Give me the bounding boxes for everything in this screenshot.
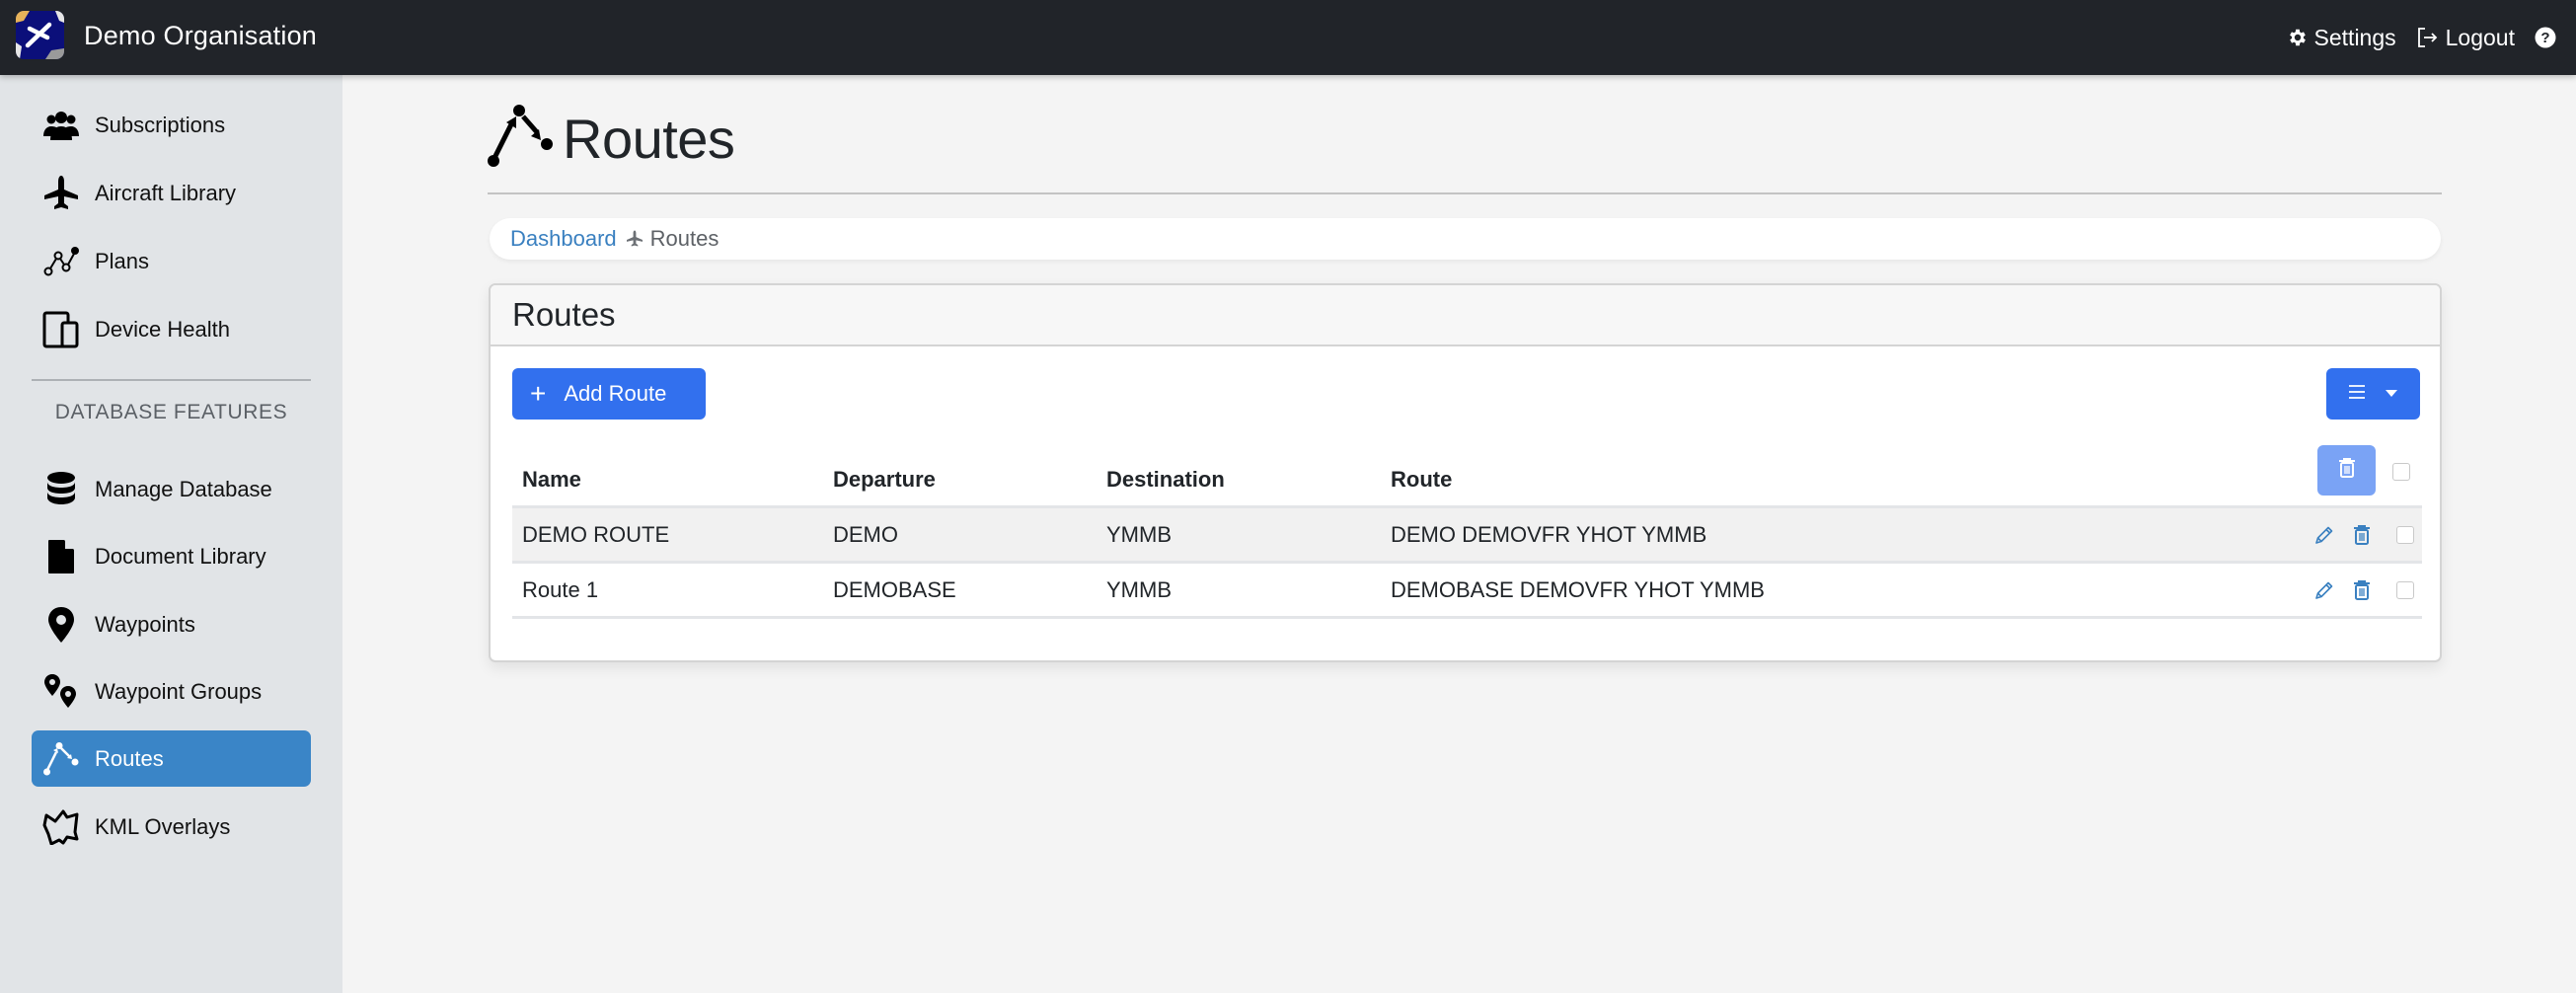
sidebar-item-label: Routes xyxy=(95,745,164,771)
svg-text:?: ? xyxy=(2540,30,2549,46)
sidebar-item-plans[interactable]: Plans xyxy=(32,233,311,289)
gear-icon xyxy=(2287,27,2309,48)
cell-route: DEMO DEMOVFR YHOT YMMB xyxy=(1391,521,1707,547)
sidebar-item-label: Device Health xyxy=(95,316,230,342)
title-divider xyxy=(488,192,2442,194)
sidebar-item-waypoint-groups[interactable]: Waypoint Groups xyxy=(32,663,311,720)
sidebar-item-routes[interactable]: Routes xyxy=(32,730,311,787)
row-select-checkbox[interactable] xyxy=(2396,580,2414,599)
routes-card: Routes + Add Route Name Departure Destin… xyxy=(489,283,2442,662)
sidebar-item-label: Plans xyxy=(95,248,150,273)
sidebar-item-device-health[interactable]: Device Health xyxy=(32,301,311,357)
route-icon xyxy=(488,104,553,173)
trash-icon xyxy=(2338,457,2356,484)
file-icon xyxy=(41,537,81,576)
column-toggle-dropdown[interactable] xyxy=(2326,368,2420,420)
top-navbar: Demo Organisation Settings Logout ? xyxy=(0,0,2576,75)
cell-route: DEMOBASE DEMOVFR YHOT YMMB xyxy=(1391,576,1765,602)
page-title: Routes xyxy=(563,107,735,170)
sidebar-section-heading: DATABASE FEATURES xyxy=(54,401,288,423)
breadcrumb-current: Routes xyxy=(649,226,720,251)
cell-departure: DEMOBASE xyxy=(833,576,956,602)
sidebar-item-manage-database[interactable]: Manage Database xyxy=(32,461,311,517)
header-departure[interactable]: Departure xyxy=(833,467,1106,493)
sidebar-item-label: KML Overlays xyxy=(95,813,231,839)
logout-link[interactable]: Logout xyxy=(2416,25,2515,51)
add-route-label: Add Route xyxy=(564,381,667,406)
table-row[interactable]: Route 1 DEMOBASE YMMB DEMOBASE DEMOVFR Y… xyxy=(512,564,2422,619)
card-title: Routes xyxy=(512,296,616,333)
kml-overlay-icon xyxy=(41,807,81,847)
plane-icon xyxy=(41,174,81,213)
select-all-checkbox[interactable] xyxy=(2392,463,2410,481)
map-marker-icon xyxy=(41,605,81,645)
list-icon xyxy=(2348,384,2366,405)
cell-name: Route 1 xyxy=(522,576,599,602)
row-actions xyxy=(2313,508,2422,561)
cell-name: DEMO ROUTE xyxy=(522,521,670,547)
trash-icon[interactable] xyxy=(2353,524,2371,546)
plans-icon xyxy=(41,242,81,281)
sidebar-item-document-library[interactable]: Document Library xyxy=(32,528,311,584)
devices-icon xyxy=(41,310,81,349)
breadcrumb-dashboard-link[interactable]: Dashboard xyxy=(510,226,617,252)
organisation-logo[interactable] xyxy=(16,11,64,59)
route-icon xyxy=(41,739,81,779)
routes-table: Name Departure Destination Route DEMO RO… xyxy=(512,453,2422,619)
card-header: Routes xyxy=(491,285,2440,346)
sidebar-item-label: Waypoints xyxy=(95,611,195,637)
settings-label: Settings xyxy=(2313,24,2396,50)
sidebar-item-label: Document Library xyxy=(95,543,266,569)
users-icon xyxy=(41,106,81,145)
table-header-row: Name Departure Destination Route xyxy=(512,453,2422,508)
bulk-delete-button[interactable] xyxy=(2317,445,2376,496)
logout-label: Logout xyxy=(2445,24,2515,50)
sidebar-item-subscriptions[interactable]: Subscriptions xyxy=(32,97,311,153)
trash-icon[interactable] xyxy=(2353,579,2371,601)
sidebar-item-aircraft-library[interactable]: Aircraft Library xyxy=(32,165,311,221)
sidebar-item-label: Aircraft Library xyxy=(95,180,237,205)
help-button[interactable]: ? xyxy=(2535,27,2556,48)
header-name[interactable]: Name xyxy=(512,467,833,493)
organisation-name[interactable]: Demo Organisation xyxy=(84,21,317,51)
sidebar-divider xyxy=(32,379,311,381)
map-markers-icon xyxy=(41,672,81,712)
sidebar: Subscriptions Aircraft Library Plans Dev… xyxy=(0,75,342,993)
cell-destination: YMMB xyxy=(1106,576,1172,602)
add-route-button[interactable]: + Add Route xyxy=(512,368,706,420)
cell-destination: YMMB xyxy=(1106,521,1172,547)
edit-icon[interactable] xyxy=(2313,524,2335,546)
settings-link[interactable]: Settings xyxy=(2287,25,2396,51)
page-header: Routes xyxy=(488,103,735,174)
row-actions xyxy=(2313,564,2422,616)
logout-icon xyxy=(2416,27,2440,48)
sidebar-item-kml-overlays[interactable]: KML Overlays xyxy=(32,799,311,855)
database-icon xyxy=(41,470,81,509)
table-row[interactable]: DEMO ROUTE DEMO YMMB DEMO DEMOVFR YHOT Y… xyxy=(512,508,2422,564)
sidebar-item-label: Subscriptions xyxy=(95,112,226,137)
row-select-checkbox[interactable] xyxy=(2396,525,2414,544)
header-route[interactable]: Route xyxy=(1391,467,2422,493)
breadcrumb: Dashboard Routes xyxy=(490,218,2441,260)
sidebar-item-label: Manage Database xyxy=(95,476,272,501)
cell-departure: DEMO xyxy=(833,521,898,547)
sidebar-item-label: Waypoint Groups xyxy=(95,678,263,704)
help-icon: ? xyxy=(2535,27,2556,48)
plus-icon: + xyxy=(530,378,547,409)
edit-icon[interactable] xyxy=(2313,579,2335,601)
caret-down-icon xyxy=(2385,385,2398,403)
header-destination[interactable]: Destination xyxy=(1106,467,1391,493)
plane-icon xyxy=(626,230,643,248)
sidebar-item-waypoints[interactable]: Waypoints xyxy=(32,596,311,652)
